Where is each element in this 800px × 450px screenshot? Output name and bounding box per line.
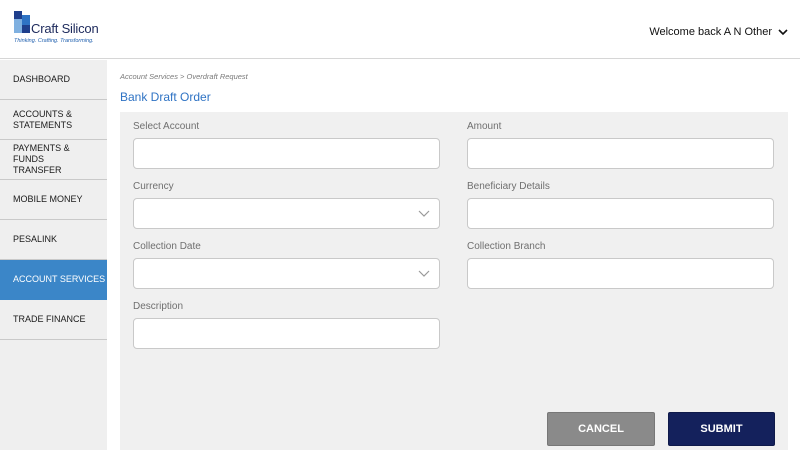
sidebar-item-payments-funds-transfer[interactable]: PAYMENTS & FUNDS TRANSFER [0, 140, 107, 180]
sidebar-item-account-services[interactable]: ACCOUNT SERVICES [0, 260, 107, 300]
sidebar-item-label: TRADE FINANCE [13, 314, 86, 324]
amount-input[interactable] [468, 139, 773, 168]
description-field[interactable] [133, 318, 440, 349]
sidebar-item-label: PESALINK [13, 234, 58, 244]
description-label: Description [133, 301, 184, 312]
submit-button[interactable]: SUBMIT [668, 412, 775, 446]
user-menu[interactable]: Welcome back A N Other [649, 26, 788, 38]
cancel-button[interactable]: CANCEL [547, 412, 655, 446]
chevron-down-icon [418, 270, 430, 277]
top-header: Craft Silicon Thinking. Crafting. Transf… [0, 0, 800, 59]
beneficiary-details-field[interactable] [467, 198, 774, 229]
collection-branch-field[interactable] [467, 258, 774, 289]
welcome-text: Welcome back A N Other [649, 26, 772, 38]
collection-branch-input[interactable] [468, 259, 773, 288]
sidebar-item-label: ACCOUNTS & STATEMENTS [13, 108, 73, 130]
currency-select-value[interactable] [134, 199, 439, 228]
sidebar-item-trade-finance[interactable]: TRADE FINANCE [0, 300, 107, 340]
main-content: Account Services > Overdraft Request Ban… [107, 60, 800, 450]
sidebar-item-accounts-statements[interactable]: ACCOUNTS & STATEMENTS [0, 100, 107, 140]
description-input[interactable] [134, 319, 439, 348]
collection-date-select[interactable] [133, 258, 440, 289]
chevron-down-icon [418, 210, 430, 217]
sidebar-item-dashboard[interactable]: DASHBOARD [0, 60, 107, 100]
collection-date-label: Collection Date [133, 241, 201, 252]
logo-tagline: Thinking. Crafting. Transforming. [14, 38, 94, 44]
amount-field[interactable] [467, 138, 774, 169]
sidebar-item-label: ACCOUNT SERVICES [13, 274, 106, 284]
sidebar-item-pesalink[interactable]: PESALINK [0, 220, 107, 260]
app: Craft Silicon Thinking. Crafting. Transf… [0, 0, 800, 450]
sidebar-item-mobile-money[interactable]: MOBILE MONEY [0, 180, 107, 220]
amount-label: Amount [467, 121, 502, 132]
sidebar-item-label: PAYMENTS & FUNDS TRANSFER [13, 143, 70, 175]
page-title: Bank Draft Order [120, 90, 211, 104]
logo-mark-icon [12, 11, 32, 33]
currency-label: Currency [133, 181, 174, 192]
beneficiary-details-label: Beneficiary Details [467, 181, 550, 192]
craft-silicon-logo[interactable]: Craft Silicon Thinking. Crafting. Transf… [12, 11, 112, 47]
sidebar-nav: DASHBOARD ACCOUNTS & STATEMENTS PAYMENTS… [0, 60, 107, 450]
collection-date-select-value[interactable] [134, 259, 439, 288]
logo-name: Craft Silicon [31, 21, 99, 36]
sidebar-item-label: DASHBOARD [13, 74, 71, 84]
beneficiary-details-input[interactable] [468, 199, 773, 228]
select-account-input[interactable] [134, 139, 439, 168]
currency-select[interactable] [133, 198, 440, 229]
select-account-field[interactable] [133, 138, 440, 169]
collection-branch-label: Collection Branch [467, 241, 546, 252]
select-account-label: Select Account [133, 121, 200, 132]
breadcrumb[interactable]: Account Services > Overdraft Request [120, 72, 248, 81]
chevron-down-icon [778, 29, 788, 36]
sidebar-item-label: MOBILE MONEY [13, 194, 83, 204]
bank-draft-form: Select Account Amount Currency Beneficia… [120, 112, 788, 450]
